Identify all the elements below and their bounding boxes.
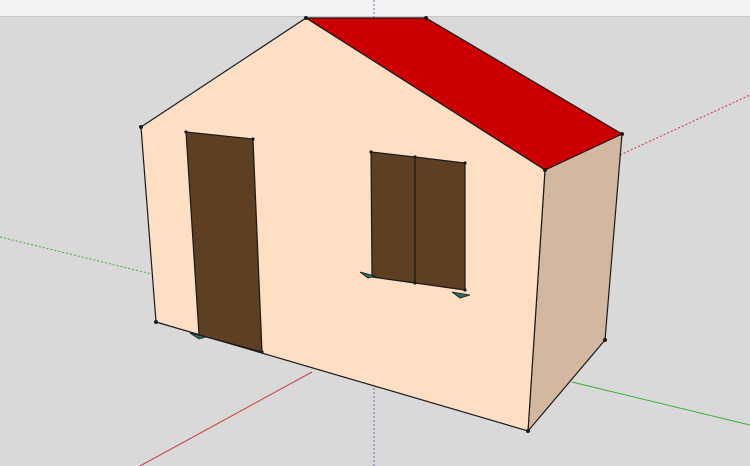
red-axis-dotted [619,94,750,156]
window-shutter-left[interactable] [370,151,416,284]
green-axis [571,381,750,426]
door[interactable] [185,131,263,353]
green-axis-dotted [0,236,157,276]
red-axis [139,371,313,466]
model-canvas[interactable] [0,0,750,466]
window-shutter-right[interactable] [414,156,466,291]
3d-viewport[interactable] [0,0,750,466]
